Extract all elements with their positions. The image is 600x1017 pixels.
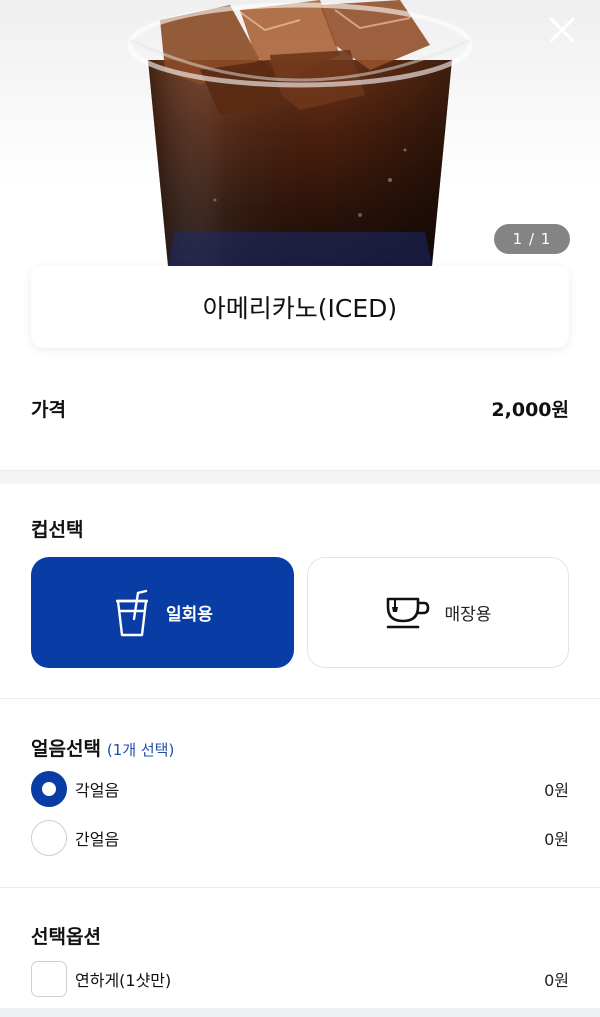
ice-option-label: 간얼음 xyxy=(75,830,120,849)
ice-option-label: 각얼음 xyxy=(75,781,120,800)
ice-option-crushed[interactable]: 간얼음 0원 xyxy=(31,820,569,856)
product-title-card: 아메리카노(ICED) xyxy=(31,266,569,348)
section-divider xyxy=(0,698,600,699)
product-name: 아메리카노(ICED) xyxy=(202,294,398,323)
price-row: 가격 2,000원 xyxy=(31,392,569,424)
disposable-cup-icon xyxy=(116,589,149,636)
ice-option-cube[interactable]: 각얼음 0원 xyxy=(31,771,569,807)
price-value: 2,000원 xyxy=(491,398,569,421)
bottom-strip xyxy=(0,1008,600,1017)
close-button[interactable] xyxy=(546,14,578,46)
ice-section-note: (1개 선택) xyxy=(106,741,175,759)
ice-option-price: 0원 xyxy=(544,830,569,849)
cup-option-mug-label: 매장용 xyxy=(444,605,492,625)
cup-option-mug[interactable]: 매장용 xyxy=(307,557,569,668)
cup-option-disposable-label: 일회용 xyxy=(166,605,213,625)
cup-option-disposable[interactable]: 일회용 xyxy=(31,557,294,668)
ice-section-title: 얼음선택 (1개 선택) xyxy=(31,734,174,761)
cup-section-title: 컵선택 xyxy=(31,519,84,541)
price-label: 가격 xyxy=(31,398,66,421)
section-divider xyxy=(0,887,600,888)
image-pager: 1 / 1 xyxy=(494,224,570,254)
radio-button[interactable] xyxy=(31,771,67,807)
ice-option-price: 0원 xyxy=(544,781,569,800)
extra-option-mild[interactable]: 연하게(1샷만) 0원 xyxy=(31,961,569,997)
radio-button[interactable] xyxy=(31,820,67,856)
checkbox[interactable] xyxy=(31,961,67,997)
extra-section-title: 선택옵션 xyxy=(31,926,101,948)
extra-option-label: 연하게(1샷만) xyxy=(75,971,172,990)
extra-option-price: 0원 xyxy=(544,971,569,990)
section-divider xyxy=(0,470,600,484)
mug-icon xyxy=(386,597,429,628)
close-icon xyxy=(549,17,575,43)
product-image-area: 1 / 1 xyxy=(0,0,600,266)
ice-section-label: 얼음선택 xyxy=(31,738,101,760)
